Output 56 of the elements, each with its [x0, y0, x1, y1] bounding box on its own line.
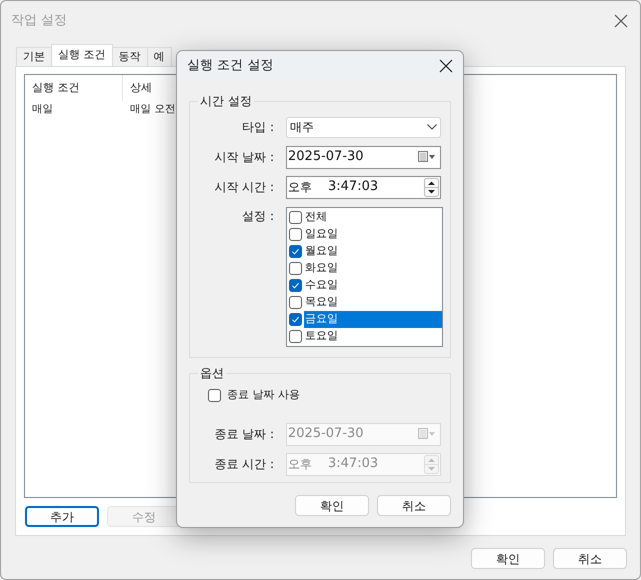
time-field[interactable]: 오후 3:47:03: [286, 176, 441, 198]
checkbox[interactable]: [289, 330, 302, 343]
day-item[interactable]: 토요일: [287, 328, 442, 345]
day-item[interactable]: 화요일: [287, 260, 442, 277]
dialog-button[interactable]: 취소: [553, 548, 627, 569]
day-item[interactable]: 목요일: [287, 294, 442, 311]
close-icon[interactable]: [439, 58, 453, 72]
checkbox[interactable]: [289, 279, 302, 292]
checkbox-row[interactable]: 종료 날짜 사용: [190, 386, 450, 404]
tab[interactable]: 실행 조건: [51, 44, 112, 66]
check-icon: [291, 247, 300, 256]
checkbox[interactable]: [289, 313, 302, 326]
tab[interactable]: 기본: [16, 47, 52, 66]
dialog-button[interactable]: 취소: [377, 495, 451, 516]
date-value: 2025-07-30: [288, 148, 365, 166]
spinner-icon[interactable]: [424, 178, 439, 196]
date-value: 2025-07-30: [288, 425, 365, 444]
day-checklist[interactable]: 전체 일요일 월요일 화요일 수요일 목요일 금요일 토요일: [286, 207, 443, 347]
date-field[interactable]: 2025-07-30: [286, 146, 441, 168]
checkbox[interactable]: [289, 245, 302, 258]
chevron-down-icon: [427, 124, 437, 130]
list-cell-text: 매일: [31, 102, 54, 118]
group-title: 시간 설정: [198, 93, 254, 109]
day-item[interactable]: 일요일: [287, 226, 442, 243]
ampm-value: 오후: [288, 456, 312, 473]
close-icon[interactable]: [614, 14, 628, 28]
check-icon: [291, 281, 300, 290]
field-label: 시작 시간 :: [213, 179, 275, 196]
dialog-title: 실행 조건 설정: [187, 56, 274, 75]
day-item[interactable]: 월요일: [287, 243, 442, 260]
checkbox[interactable]: [289, 262, 302, 275]
day-item[interactable]: 수요일: [287, 277, 442, 294]
group-title: 옵션: [198, 365, 226, 381]
dialog-button[interactable]: 확인: [471, 548, 545, 569]
field-label: 시작 날짜 :: [213, 149, 275, 166]
tab[interactable]: 예: [146, 47, 172, 66]
dialog-button[interactable]: 추가: [25, 506, 99, 527]
checkbox[interactable]: [208, 388, 221, 402]
field-label: 설정 :: [241, 208, 275, 225]
window-title: 작업 설정: [11, 12, 68, 30]
checkbox[interactable]: [289, 211, 302, 224]
check-icon: [291, 315, 300, 324]
time-value: 3:47:03: [328, 178, 380, 196]
dialog-button[interactable]: 확인: [295, 495, 369, 516]
calendar-icon[interactable]: [418, 151, 436, 163]
checkbox[interactable]: [289, 228, 302, 241]
checkbox[interactable]: [289, 296, 302, 309]
field-label: 종료 시간 :: [213, 456, 275, 473]
column-header[interactable]: 실행 조건: [25, 75, 123, 101]
day-item[interactable]: 전체: [287, 209, 442, 226]
ampm-value: 오후: [288, 179, 312, 196]
field-label: 종료 날짜 :: [213, 426, 275, 443]
type-dropdown[interactable]: 매주: [286, 116, 441, 138]
time-value: 3:47:03: [328, 455, 380, 474]
list-cell-text: 매일 오전: [129, 102, 177, 118]
field-label: 타입 :: [241, 119, 275, 136]
